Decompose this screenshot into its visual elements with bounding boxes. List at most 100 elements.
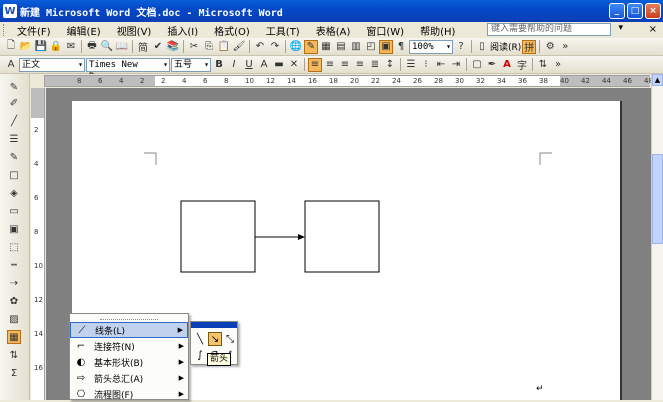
rectangle-icon[interactable]: □ — [7, 168, 21, 182]
menu-item-basic-shapes[interactable]: ◐ 基本形状(B) ▶ — [70, 354, 188, 370]
draw-select-icon[interactable]: ✎ — [7, 80, 21, 94]
draw-line-icon[interactable]: ╱ — [7, 114, 21, 128]
dash-style-icon[interactable]: ┅ — [7, 258, 21, 272]
columns-icon[interactable]: ▥ — [349, 40, 363, 54]
research2-icon[interactable]: 📚 — [166, 40, 180, 54]
menu-item-lines[interactable]: ⟋ 线条(L) ▶ — [70, 322, 188, 338]
menu-tools[interactable]: 工具(T) — [258, 23, 308, 38]
rectangle-shape-left[interactable] — [180, 200, 256, 273]
numbering-icon[interactable]: ☰ — [404, 58, 418, 72]
scroll-thumb[interactable] — [652, 154, 663, 244]
open-icon[interactable]: 📂 — [19, 40, 33, 54]
show-hide-icon[interactable]: ¶ — [394, 40, 408, 54]
vertical-ruler[interactable]: 2 4 6 8 10 12 14 16 — [31, 88, 45, 400]
vertical-scrollbar[interactable]: ▲ — [651, 74, 663, 400]
insert-picture-icon[interactable]: ▨ — [7, 312, 21, 326]
double-arrow-tool-icon[interactable]: ⤡ — [223, 332, 237, 346]
minimize-button[interactable]: _ — [609, 3, 625, 19]
align-left-icon[interactable]: ≡ — [308, 57, 322, 72]
autoshapes-icon[interactable]: ▦ — [7, 330, 21, 344]
spelling-icon[interactable]: ✔ — [151, 40, 165, 54]
tradsimp-icon[interactable]: 简 — [136, 40, 150, 54]
help-dropdown-icon[interactable]: ▾ — [618, 23, 623, 33]
char-scale-icon[interactable]: ✕ — [287, 58, 301, 72]
underline-button[interactable]: U — [242, 58, 256, 72]
sort-icon[interactable]: ⇅ — [7, 348, 21, 362]
char-shading-icon[interactable]: ▬ — [272, 58, 286, 72]
decrease-indent-icon[interactable]: ⇤ — [434, 58, 448, 72]
sum-icon[interactable]: Σ — [7, 366, 21, 380]
maximize-button[interactable]: □ — [627, 3, 643, 19]
enclose-chars-icon[interactable]: 字 — [515, 58, 529, 72]
arrow-tool-icon[interactable]: ↘ — [208, 332, 222, 346]
menu-drag-handle[interactable] — [100, 314, 158, 320]
italic-button[interactable]: I — [227, 58, 241, 72]
style-combo[interactable]: 正文 — [19, 57, 85, 72]
3d-icon[interactable]: ⬚ — [7, 240, 21, 254]
reading-layout-label[interactable]: 阅读(R) — [490, 40, 521, 53]
print-preview-icon[interactable]: 🔍 — [100, 40, 114, 54]
aaa-icon[interactable]: ⇅ — [536, 58, 550, 72]
submenu-drag-handle[interactable] — [191, 322, 237, 328]
email-icon[interactable]: ✉ — [64, 40, 78, 54]
styles-pane-icon[interactable]: A — [4, 58, 18, 72]
font-color-button[interactable]: A — [500, 58, 514, 72]
rectangle-shape-right[interactable] — [304, 200, 380, 273]
zoom-combo[interactable]: 100% — [409, 39, 453, 54]
menu-help[interactable]: 帮助(H) — [412, 23, 463, 38]
line-color-icon[interactable]: ✎ — [7, 150, 21, 164]
justify-icon[interactable]: ≡ — [353, 58, 367, 72]
menu-item-block-arrows[interactable]: ⇨ 箭头总汇(A) ▶ — [70, 370, 188, 386]
line-style-icon[interactable]: ☰ — [7, 132, 21, 146]
fill-color-icon[interactable]: ◈ — [7, 186, 21, 200]
increase-indent-icon[interactable]: ⇥ — [449, 58, 463, 72]
drawing-icon[interactable]: ◰ — [364, 40, 378, 54]
distributed-icon[interactable]: ≣ — [368, 58, 382, 72]
menu-edit[interactable]: 编辑(E) — [59, 23, 109, 38]
menu-window[interactable]: 窗口(W) — [358, 23, 412, 38]
excel-icon[interactable]: ▤ — [334, 40, 348, 54]
table-icon[interactable]: ▦ — [319, 40, 333, 54]
align-right-icon[interactable]: ≡ — [338, 58, 352, 72]
research-icon[interactable]: 📖 — [115, 40, 129, 54]
cut-icon[interactable]: ✂ — [187, 40, 201, 54]
menu-format[interactable]: 格式(O) — [206, 23, 258, 38]
options-icon[interactable]: ⚙ — [543, 40, 557, 54]
horizontal-ruler[interactable]: 8 6 4 2 2 4 6 8 10 12 14 16 18 20 22 24 26 28 30 32 34 36 38 40… — [44, 75, 653, 87]
bold-button[interactable]: B — [212, 58, 226, 72]
paste-icon[interactable]: 📋 — [217, 40, 231, 54]
menu-file[interactable]: 文件(F) — [9, 23, 59, 38]
copy-icon[interactable]: ⎘ — [202, 40, 216, 54]
menu-view[interactable]: 视图(V) — [109, 23, 160, 38]
close-button[interactable]: × — [645, 3, 661, 19]
help-search-input[interactable]: 键入需要帮助的问题 — [487, 23, 611, 36]
document-map-icon[interactable]: ▣ — [379, 39, 393, 54]
undo-icon[interactable]: ↶ — [253, 40, 267, 54]
phonetic-guide-icon[interactable]: 拼 — [522, 39, 537, 54]
outside-border-icon[interactable]: ▢ — [470, 58, 484, 72]
font-combo[interactable]: Times New Roman — [86, 57, 170, 82]
print-icon[interactable]: 🖶 — [85, 40, 99, 54]
reading-layout-icon[interactable]: ▯ — [475, 40, 489, 54]
menu-grip-icon[interactable] — [3, 24, 6, 36]
menu-table[interactable]: 表格(A) — [308, 23, 359, 38]
clipart-icon[interactable]: ✿ — [7, 294, 21, 308]
arrow-style-icon[interactable]: ⇢ — [7, 276, 21, 290]
help-icon[interactable]: ? — [454, 40, 468, 54]
bullets-icon[interactable]: ⁝ — [419, 58, 433, 72]
scroll-up-icon[interactable]: ▲ — [652, 74, 663, 86]
menu-insert[interactable]: 插入(I) — [159, 23, 206, 38]
document-close-button[interactable]: × — [649, 24, 657, 35]
format-painter-icon[interactable]: 🖌 — [232, 40, 246, 54]
curve-tool-icon[interactable]: ∫ — [193, 348, 207, 362]
draw-pen-icon[interactable]: ✐ — [7, 96, 21, 110]
align-center-icon[interactable]: ≡ — [323, 58, 337, 72]
redo-icon[interactable]: ↷ — [268, 40, 282, 54]
font-size-combo[interactable]: 五号 — [171, 57, 211, 72]
textbox-icon[interactable]: ▭ — [7, 204, 21, 218]
line-spacing-icon[interactable]: ↕ — [383, 58, 397, 72]
drawing-toolbar-icon[interactable]: ✎ — [304, 39, 318, 54]
toolbar-options-format-icon[interactable]: » — [551, 58, 565, 72]
shadow-icon[interactable]: ▣ — [7, 222, 21, 236]
hyperlink-icon[interactable]: 🌐 — [289, 40, 303, 54]
